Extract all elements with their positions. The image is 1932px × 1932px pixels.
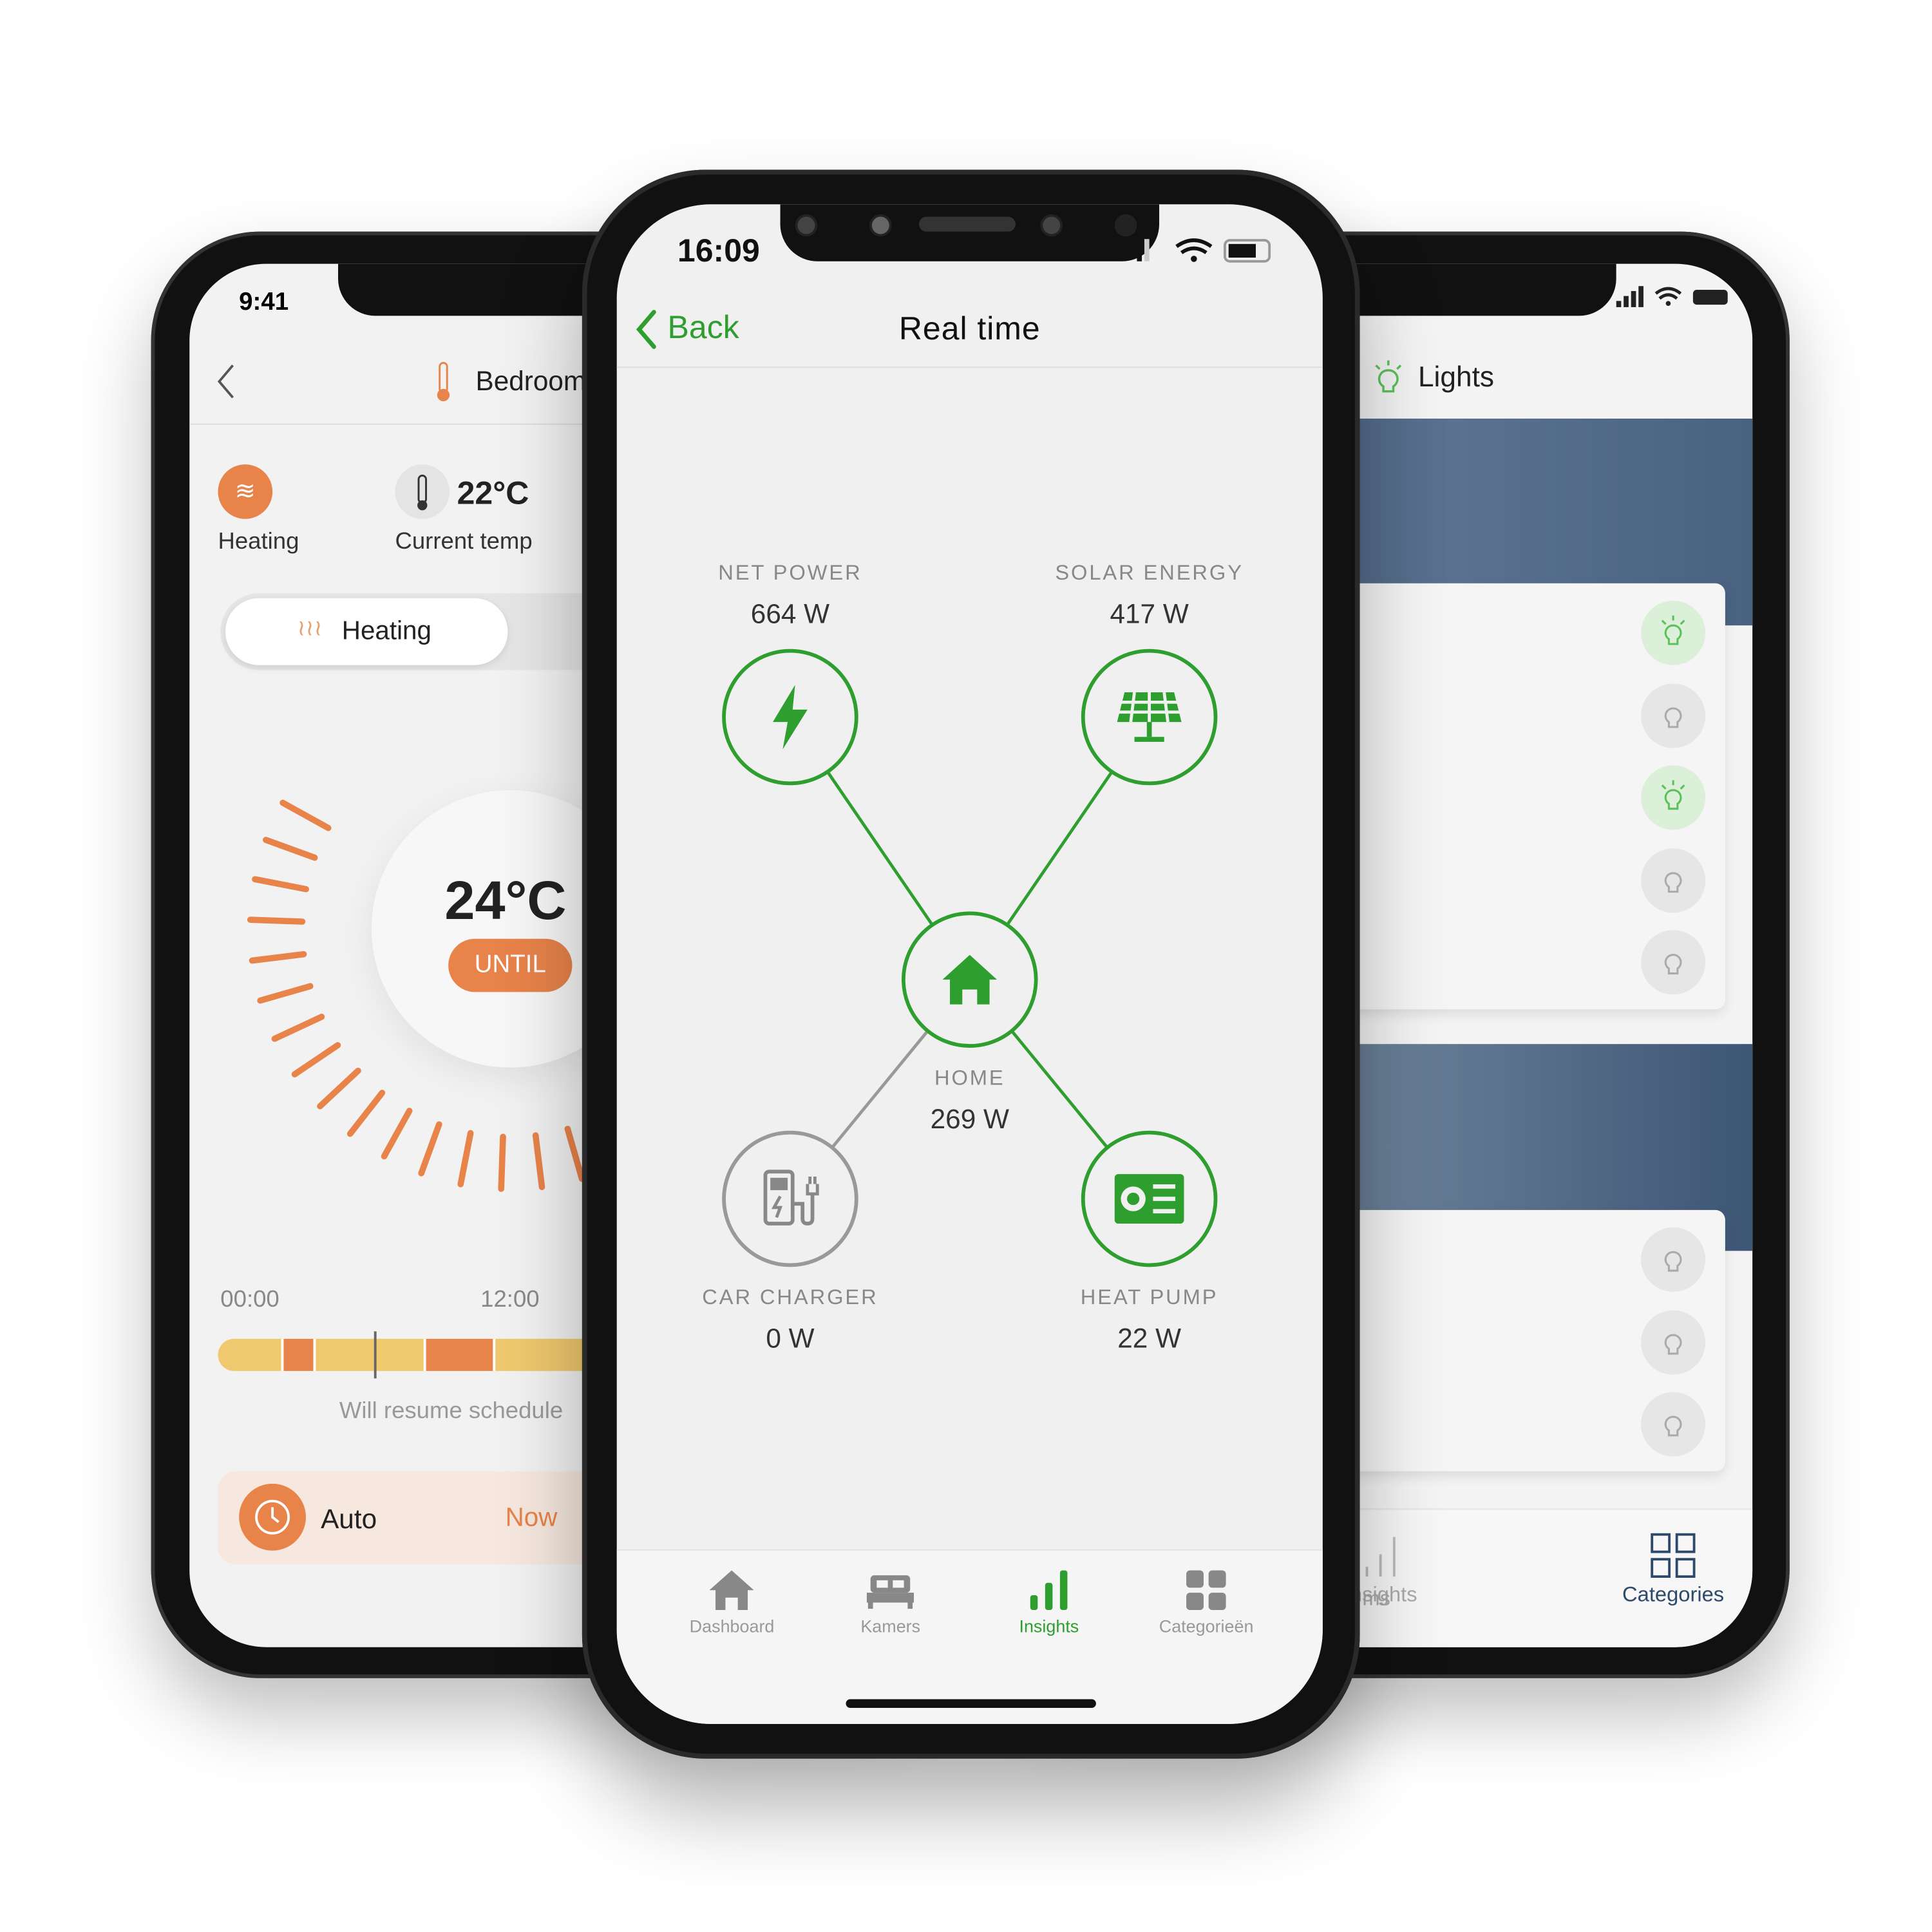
- home-label: HOME: [934, 1066, 1005, 1090]
- bed-icon: [867, 1575, 914, 1609]
- net-power-label: NET POWER: [718, 561, 862, 585]
- dial-tick: [346, 1090, 386, 1137]
- light-toggle[interactable]: [1641, 600, 1706, 665]
- dial-tick: [317, 1067, 361, 1110]
- current-time-marker: [374, 1331, 377, 1379]
- status-icons: [1616, 286, 1728, 307]
- dial-tick: [252, 876, 309, 893]
- light-toggle[interactable]: [1641, 1309, 1706, 1374]
- car-charger-node[interactable]: [722, 1130, 858, 1267]
- thermometer-icon: [437, 362, 450, 402]
- net-power-value: 664 W: [750, 598, 830, 629]
- home-node[interactable]: [902, 911, 1038, 1048]
- lightbulb-icon: [1664, 1416, 1682, 1437]
- schedule-segment: [426, 1338, 493, 1371]
- heat-waves-icon: ≋: [218, 464, 273, 519]
- status-time: 9:41: [239, 289, 289, 316]
- dial-tick: [564, 1126, 585, 1182]
- lightbulb-icon: [1664, 1251, 1682, 1272]
- car-charger-value: 0 W: [766, 1322, 815, 1354]
- lightning-icon: [773, 685, 808, 750]
- home-value: 269 W: [930, 1103, 1009, 1135]
- lightbulb-icon: [1664, 954, 1682, 975]
- current-temp-label: Current temp: [395, 529, 533, 555]
- tab-kamers[interactable]: Kamers: [860, 1568, 920, 1636]
- dial-tick: [263, 837, 318, 861]
- heat-pump-label: HEAT PUMP: [1080, 1285, 1218, 1309]
- home-indicator: [846, 1699, 1096, 1708]
- dial-tick: [291, 1042, 341, 1077]
- home-icon: [942, 954, 998, 1005]
- dial-tick: [457, 1130, 474, 1188]
- auto-label: Auto: [321, 1503, 377, 1535]
- page-title: Lights: [1417, 360, 1494, 393]
- chevron-left-icon[interactable]: [214, 363, 239, 400]
- heat-pump-icon: [1114, 1174, 1184, 1224]
- lightbulb-icon: [1661, 780, 1685, 810]
- lightbulb-icon: [1664, 706, 1682, 728]
- dial-tick: [279, 799, 332, 831]
- solar-panel-icon: [1117, 692, 1182, 742]
- light-toggle[interactable]: [1641, 930, 1706, 995]
- schedule-status: Will resume schedule: [339, 1398, 564, 1425]
- schedule-mid-label: 12:00: [480, 1287, 540, 1313]
- lightbulb-icon: [1664, 1333, 1682, 1354]
- solar-energy-value: 417 W: [1110, 598, 1189, 629]
- lightbulb-icon: [1661, 615, 1685, 645]
- light-toggle[interactable]: [1641, 848, 1706, 913]
- schedule-start-label: 00:00: [220, 1287, 279, 1313]
- dial-tick: [271, 1014, 325, 1042]
- lightbulb-icon: [1664, 871, 1682, 893]
- lightbulb-icon: [1375, 360, 1402, 393]
- mockup-stage: 9:41 Bedroom ≋ Heating 22°C Current temp…: [0, 0, 1932, 1932]
- dial-tick: [418, 1121, 442, 1177]
- until-button[interactable]: UNTIL: [448, 938, 573, 992]
- grid-icon: [1651, 1533, 1696, 1578]
- light-toggle[interactable]: [1641, 1392, 1706, 1457]
- dial-tick: [247, 916, 306, 925]
- tab-categorieen[interactable]: Categorieën: [1159, 1568, 1253, 1636]
- tab-rooms-label[interactable]: ms: [1362, 1586, 1390, 1611]
- net-power-node[interactable]: [722, 649, 858, 786]
- thermometer-icon: [395, 464, 450, 519]
- clock-icon: [239, 1483, 307, 1551]
- bar-chart-icon: [1030, 1570, 1068, 1611]
- light-toggle[interactable]: [1641, 1227, 1706, 1292]
- car-charger-label: CAR CHARGER: [702, 1285, 878, 1309]
- light-toggle[interactable]: [1641, 683, 1706, 748]
- tab-insights[interactable]: Insights: [1019, 1568, 1079, 1636]
- tab-bar: Dashboard Kamers Insights Categorieën: [616, 1549, 1323, 1724]
- dial-tick: [498, 1133, 506, 1192]
- dial-tick: [257, 983, 314, 1004]
- heat-pump-node[interactable]: [1081, 1130, 1218, 1267]
- dial-tick: [249, 951, 307, 964]
- tab-categories[interactable]: Categories: [1622, 1532, 1724, 1607]
- current-temp-value: 22°C: [457, 474, 529, 512]
- bar-chart-icon: [1366, 1537, 1396, 1577]
- center-phone-screen: 16:09 Back Real time NET POWER 664 W SOL…: [616, 204, 1323, 1724]
- schedule-segment: [283, 1338, 314, 1371]
- light-toggle[interactable]: [1641, 765, 1706, 830]
- home-icon: [709, 1570, 755, 1611]
- dial-tick: [532, 1132, 545, 1190]
- ev-charger-icon: [763, 1170, 819, 1226]
- setpoint-value: 24°C: [444, 870, 567, 932]
- heat-pump-value: 22 W: [1117, 1322, 1182, 1354]
- dial-tick: [381, 1108, 413, 1160]
- heating-label: Heating: [218, 529, 299, 555]
- tab-dashboard[interactable]: Dashboard: [690, 1568, 774, 1636]
- solar-energy-label: SOLAR ENERGY: [1055, 561, 1244, 585]
- now-button[interactable]: Now: [506, 1504, 558, 1533]
- grid-icon: [1186, 1570, 1226, 1611]
- room-title: Bedroom: [475, 365, 587, 397]
- solar-energy-node[interactable]: [1081, 649, 1218, 786]
